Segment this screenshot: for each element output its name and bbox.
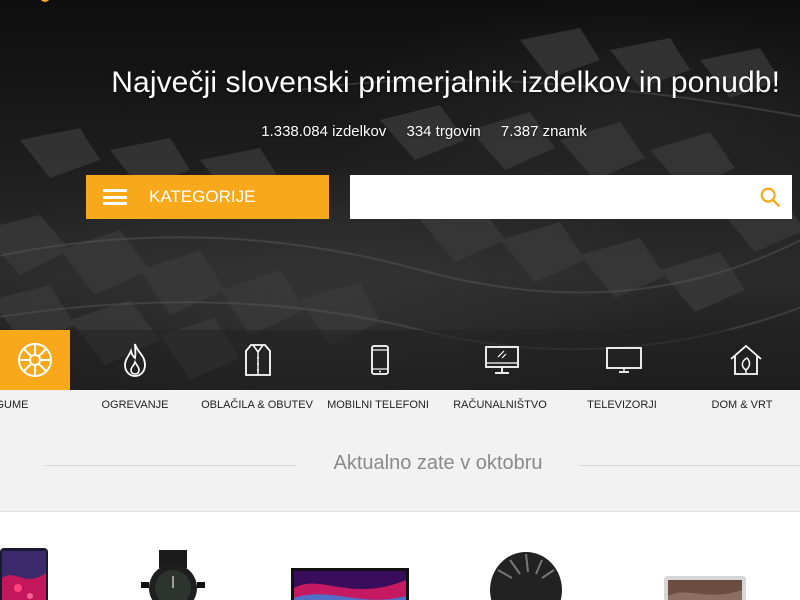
category-label-racunalnistvo[interactable]: RAČUNALNIŠTVO	[453, 399, 547, 411]
category-label-televizorji[interactable]: TELEVIZORJI	[587, 399, 657, 411]
site-stats: 1.338.084 izdelkov 334 trgovin 7.387 zna…	[0, 123, 800, 140]
divider-right	[580, 465, 800, 466]
product-tire[interactable]	[488, 550, 564, 600]
category-icon-strip	[0, 330, 800, 390]
category-label-mobilni[interactable]: MOBILNI TELEFONI	[327, 399, 429, 411]
search-input[interactable]	[350, 175, 748, 219]
stat-products: 1.338.084 izdelkov	[261, 123, 387, 140]
category-label-gume[interactable]: GUME	[0, 399, 29, 411]
tire-icon	[18, 343, 52, 377]
hero-banner: Največji slovenski primerjalnik izdelkov…	[0, 0, 800, 390]
category-oblacila-tile[interactable]	[226, 330, 290, 390]
category-dom-vrt-tile[interactable]	[714, 330, 778, 390]
section-title: Aktualno zate v oktobru	[333, 452, 543, 474]
category-label-ogrevanje[interactable]: OGREVANJE	[101, 399, 168, 411]
smartphone-icon	[371, 345, 389, 375]
product-wristwatch[interactable]	[133, 550, 213, 600]
smartphone-product-image	[0, 548, 48, 600]
category-gume-tile[interactable]	[0, 330, 70, 390]
desktop-computer-icon	[485, 346, 519, 374]
tire-product-image	[490, 552, 562, 600]
category-racunalnistvo-tile[interactable]	[470, 330, 534, 390]
product-television[interactable]	[291, 568, 409, 600]
categories-button-label: KATEGORIJE	[149, 187, 256, 206]
laptop-product-image	[664, 576, 746, 600]
category-label-oblacila[interactable]: OBLAČILA & OBUTEV	[201, 399, 313, 411]
section-heading: Aktualno zate v oktobru	[0, 440, 800, 490]
hamburger-icon	[103, 189, 127, 205]
category-label-strip: GUME OGREVANJE OBLAČILA & OBUTEV MOBILNI…	[0, 390, 800, 426]
categories-button[interactable]: KATEGORIJE	[86, 175, 329, 219]
stat-brands: 7.387 znamk	[500, 123, 587, 140]
house-leaf-icon	[730, 344, 762, 375]
product-laptop[interactable]	[662, 576, 748, 600]
flame-icon	[124, 343, 146, 377]
hero-headline: Največji slovenski primerjalnik izdelkov…	[111, 66, 780, 99]
tv-icon	[606, 347, 642, 373]
category-ogrevanje-tile[interactable]	[103, 330, 167, 390]
television-product-image	[291, 568, 409, 600]
category-mobilni-tile[interactable]	[348, 330, 412, 390]
category-televizorji-tile[interactable]	[592, 330, 656, 390]
category-label-dom-vrt[interactable]: DOM & VRT	[712, 399, 773, 411]
search-icon[interactable]	[748, 175, 792, 219]
product-smartphone[interactable]	[0, 548, 50, 600]
search-bar	[350, 175, 792, 219]
shirt-icon	[245, 344, 271, 376]
stat-stores: 334 trgovin	[406, 123, 481, 140]
wristwatch-product-image	[141, 550, 205, 600]
featured-products	[0, 511, 800, 600]
